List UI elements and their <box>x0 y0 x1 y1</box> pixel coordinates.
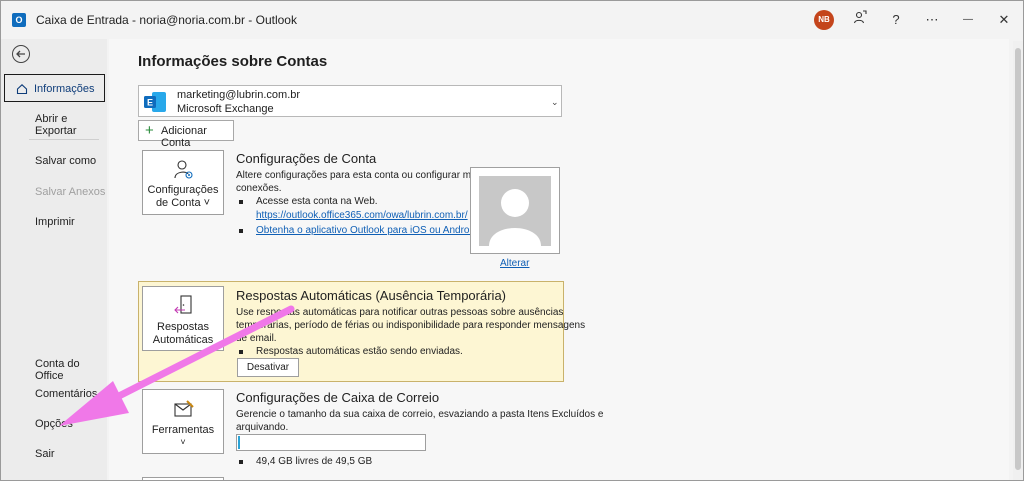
add-account-label: Adicionar Conta <box>161 125 207 149</box>
more-options-button[interactable]: ⋯ <box>922 10 942 30</box>
title-bar: O Caixa de Entrada - noria@noria.com.br … <box>1 1 1023 39</box>
outlook-window: O Caixa de Entrada - noria@noria.com.br … <box>0 0 1024 481</box>
account-settings-tile[interactable]: Configurações de Conta ˅ <box>142 150 224 215</box>
bullet-text: Respostas automáticas estão sendo enviad… <box>256 346 463 357</box>
change-photo-link[interactable]: Alterar <box>500 258 529 269</box>
backstage-sidebar: Informações Abrir e Exportar Salvar como… <box>1 39 107 480</box>
sidebar-item-label: Conta do Office <box>35 358 80 382</box>
page-title: Informações sobre Contas <box>138 53 328 70</box>
mailbox-usage-text: 49,4 GB livres de 49,5 GB <box>256 456 373 467</box>
help-button[interactable]: ? <box>886 10 906 30</box>
mailbox-settings-text: arquivando. <box>236 422 289 433</box>
window-title: Caixa de Entrada - noria@noria.com.br - … <box>36 13 297 27</box>
mailbox-settings-title: Configurações de Caixa de Correio <box>236 390 440 405</box>
next-tile[interactable] <box>142 477 224 480</box>
mobile-app-link[interactable]: Obtenha o aplicativo Outlook para iOS ou… <box>256 225 480 236</box>
bullet-text: Acesse esta conta na Web. <box>256 196 378 207</box>
account-settings-text: Altere configurações para esta conta ou … <box>236 170 484 181</box>
account-email: marketing@lubrin.com.br <box>177 89 301 101</box>
sidebar-item-informacoes[interactable]: Informações <box>4 74 105 102</box>
svg-text:E: E <box>147 98 153 108</box>
mailbox-settings-text: Gerencie o tamanho da sua caixa de corre… <box>236 409 604 420</box>
tools-tile[interactable]: Ferramentas ˅ <box>142 389 224 454</box>
owa-link[interactable]: https://outlook.office365.com/owa/lubrin… <box>256 210 468 221</box>
auto-replies-tile[interactable]: Respostas Automáticas <box>142 286 224 351</box>
auto-replies-text: de email. <box>236 333 277 344</box>
sidebar-item-label: Imprimir <box>35 216 75 228</box>
door-arrow-icon <box>174 295 192 314</box>
sidebar-item-label: Opções <box>35 418 73 430</box>
outlook-app-icon: O <box>12 13 26 27</box>
plus-icon: + <box>145 122 154 139</box>
sidebar-item-label: Sair <box>35 448 55 460</box>
tile-label: Configurações <box>147 184 219 196</box>
mailbox-usage-bar <box>236 434 426 451</box>
sidebar-item-label: Informações <box>34 83 95 95</box>
exchange-icon: E <box>144 92 166 112</box>
sidebar-item-label: Abrir e Exportar <box>35 113 77 137</box>
mailbox-usage-fill <box>238 436 240 449</box>
feedback-icon[interactable] <box>850 10 870 30</box>
sidebar-item-label: Salvar como <box>35 155 97 167</box>
account-type: Microsoft Exchange <box>177 103 274 115</box>
bullet-icon <box>239 229 243 233</box>
add-account-button[interactable]: + Adicionar Conta <box>138 120 234 149</box>
tile-label: Automáticas <box>152 334 214 346</box>
home-icon <box>16 84 28 95</box>
chevron-down-icon: ˅ <box>180 437 186 447</box>
auto-replies-text: temporárias, período de férias ou indisp… <box>236 320 586 331</box>
mailbox-cleanup-icon <box>174 400 194 417</box>
bullet-icon <box>239 200 243 204</box>
person-placeholder-icon <box>479 176 551 246</box>
auto-replies-title: Respostas Automáticas (Ausência Temporár… <box>236 288 506 303</box>
tile-label: Respostas <box>157 321 209 333</box>
sidebar-item-label: Comentários <box>35 388 98 400</box>
disable-auto-replies-button[interactable]: Desativar <box>237 358 299 377</box>
sidebar-divider <box>29 139 99 140</box>
user-avatar[interactable]: NB <box>814 10 834 30</box>
user-settings-icon <box>174 160 193 179</box>
maximize-button[interactable] <box>959 10 979 30</box>
account-settings-text: conexões. <box>236 183 282 194</box>
bullet-icon <box>239 350 243 354</box>
sidebar-item-label: Salvar Anexos <box>35 186 106 198</box>
chevron-down-icon: ⌄ <box>551 97 559 107</box>
bullet-icon <box>239 460 243 464</box>
back-arrow-icon[interactable] <box>12 45 30 63</box>
auto-replies-text: Use respostas automáticas para notificar… <box>236 307 564 318</box>
account-settings-title: Configurações de Conta <box>236 151 377 166</box>
scrollbar-thumb[interactable] <box>1015 48 1021 470</box>
profile-photo <box>470 167 560 254</box>
tile-label: de Conta ˅ <box>155 197 211 209</box>
close-button[interactable]: ✕ <box>994 10 1014 30</box>
account-selector[interactable]: E marketing@lubrin.com.br Microsoft Exch… <box>138 85 562 117</box>
